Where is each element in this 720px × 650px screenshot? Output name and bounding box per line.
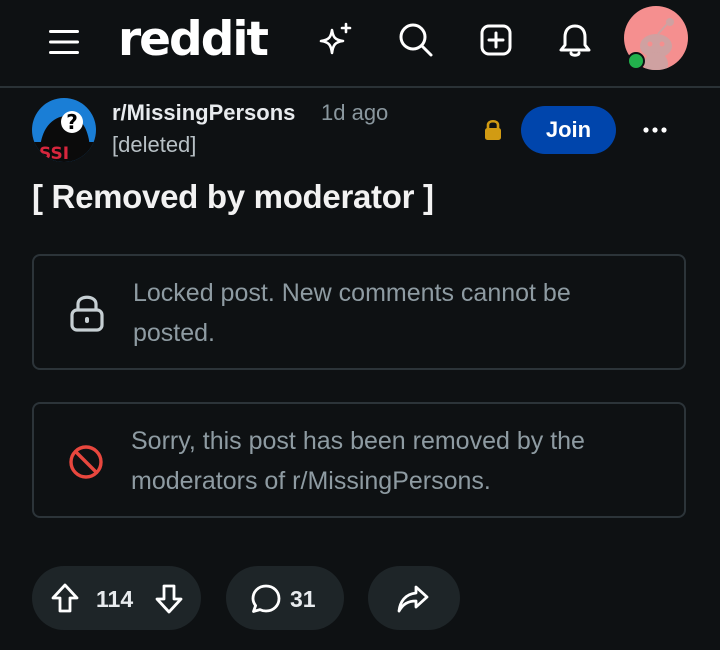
user-avatar-button[interactable]	[624, 6, 688, 70]
subreddit-icon-text: SSI	[39, 144, 69, 162]
vote-count: 114	[96, 586, 134, 612]
lock-outline-icon	[70, 295, 104, 332]
sparkle-icon	[319, 22, 352, 55]
search-icon	[399, 23, 433, 57]
more-options-icon	[643, 127, 667, 133]
share-button[interactable]	[368, 566, 460, 630]
locked-indicator	[482, 118, 504, 147]
vote-controls: 114	[32, 566, 201, 630]
top-bar: reddit	[0, 0, 720, 88]
answers-button[interactable]	[314, 18, 358, 62]
menu-icon	[49, 30, 79, 54]
svg-text:?: ?	[66, 110, 78, 134]
more-options-button[interactable]	[638, 116, 672, 144]
missing-persons-icon: ? SSI	[32, 110, 96, 162]
locked-post-notice: Locked post. New comments cannot be post…	[32, 254, 686, 370]
subreddit-icon[interactable]: ? SSI	[32, 98, 96, 162]
comment-bubble-icon	[251, 584, 281, 613]
reddit-logo[interactable]: reddit	[118, 14, 269, 66]
post-title[interactable]: [ Removed by moderator ]	[32, 178, 434, 216]
search-button[interactable]	[394, 18, 438, 62]
lock-icon	[485, 119, 501, 140]
upvote-arrow-icon	[51, 583, 79, 613]
removed-prohibited-icon	[69, 445, 103, 479]
subreddit-name[interactable]: r/MissingPersons	[112, 100, 295, 126]
comment-icon-wrap	[250, 583, 282, 620]
share-arrow-icon	[397, 585, 429, 613]
downvote-button[interactable]	[154, 583, 184, 620]
create-post-icon	[480, 24, 512, 56]
locked-notice-text: Locked post. New comments cannot be post…	[133, 279, 571, 347]
online-status-indicator	[627, 52, 645, 70]
share-icon-wrap	[396, 584, 430, 619]
comments-button[interactable]: 31	[226, 566, 344, 630]
notification-bell-icon	[559, 24, 591, 57]
downvote-arrow-icon	[155, 584, 183, 614]
notifications-button[interactable]	[553, 18, 597, 62]
menu-button[interactable]	[44, 22, 84, 62]
join-button[interactable]: Join	[521, 106, 616, 154]
removed-post-notice: Sorry, this post has been removed by the…	[32, 402, 686, 518]
comment-count: 31	[290, 586, 316, 612]
removed-notice-text: Sorry, this post has been removed by the…	[131, 427, 585, 495]
post-author: [deleted]	[112, 132, 197, 157]
post-timestamp: 1d ago	[321, 100, 389, 125]
create-post-button[interactable]	[474, 18, 518, 62]
upvote-button[interactable]	[50, 582, 80, 619]
